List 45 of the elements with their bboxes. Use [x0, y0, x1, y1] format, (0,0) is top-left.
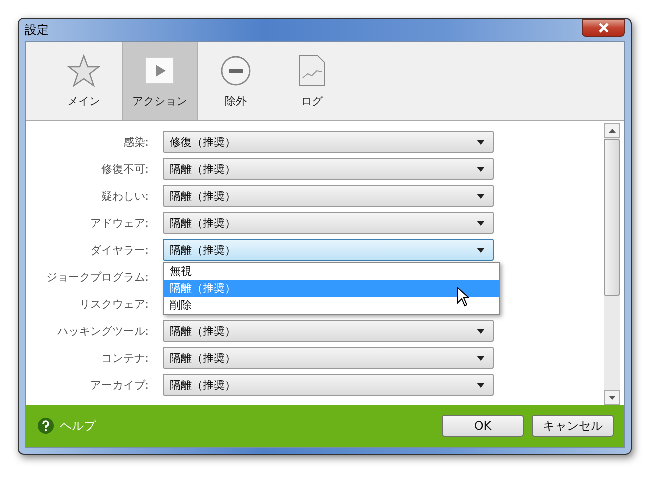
toolbar-tab[interactable]: ログ	[274, 42, 350, 120]
help-icon	[38, 418, 54, 434]
field-label: コンテナ:	[100, 350, 150, 366]
toolbar-tab[interactable]: メイン	[46, 42, 122, 120]
scrollbar-thumb[interactable]	[604, 139, 620, 296]
caret-icon	[477, 328, 485, 334]
field-label: 疑わしい:	[100, 188, 150, 204]
field-label: リスクウェア:	[78, 296, 150, 312]
field-label: ダイヤラー:	[89, 242, 150, 258]
caret-icon	[477, 194, 485, 198]
field-label: アーカイブ:	[89, 378, 150, 392]
field-label: 感染:	[122, 134, 150, 150]
dropdown-select[interactable]: 隔離（推奨）	[163, 158, 494, 180]
field-label: 修復不可:	[100, 162, 150, 176]
minus-circle-icon	[219, 54, 253, 88]
mouse-cursor-icon	[457, 287, 470, 307]
dialog-button[interactable]: キャンセル	[532, 415, 614, 437]
down-arrow-icon	[608, 396, 616, 400]
up-arrow-icon	[608, 128, 616, 132]
caret-icon	[477, 248, 485, 252]
toolbar-tab[interactable]: 除外	[198, 42, 274, 120]
close-button[interactable]	[582, 19, 625, 37]
field-label: ジョークプログラム:	[45, 270, 150, 284]
dropdown-select[interactable]: 隔離（推奨）	[163, 185, 494, 207]
dropdown-select[interactable]: 隔離（推奨）	[163, 239, 494, 261]
dropdown-select[interactable]: 隔離（推奨）	[163, 347, 494, 369]
dropdown-option[interactable]: 削除	[164, 297, 499, 314]
caret-icon	[477, 220, 485, 226]
dropdown-select[interactable]: 隔離（推奨）	[163, 374, 494, 396]
dropdown-select[interactable]: 隔離（推奨）	[163, 212, 494, 234]
dialog-button[interactable]: OK	[442, 415, 524, 437]
caret-icon	[477, 166, 485, 172]
caret-icon	[477, 356, 485, 360]
dropdown-select[interactable]: 修復（推奨）	[163, 131, 494, 153]
toolbar-tab[interactable]: アクション	[122, 42, 198, 120]
dropdown-option[interactable]: 無視	[164, 263, 499, 280]
star-icon	[67, 54, 101, 88]
close-icon	[598, 23, 610, 33]
scrollbar[interactable]	[604, 123, 620, 405]
dropdown-select[interactable]: 隔離（推奨）	[163, 320, 494, 342]
field-label: アドウェア:	[89, 216, 150, 230]
field-label: ハッキングツール:	[56, 324, 150, 338]
caret-icon	[477, 382, 485, 388]
caret-icon	[477, 140, 485, 144]
window-title: 設定	[25, 22, 49, 38]
